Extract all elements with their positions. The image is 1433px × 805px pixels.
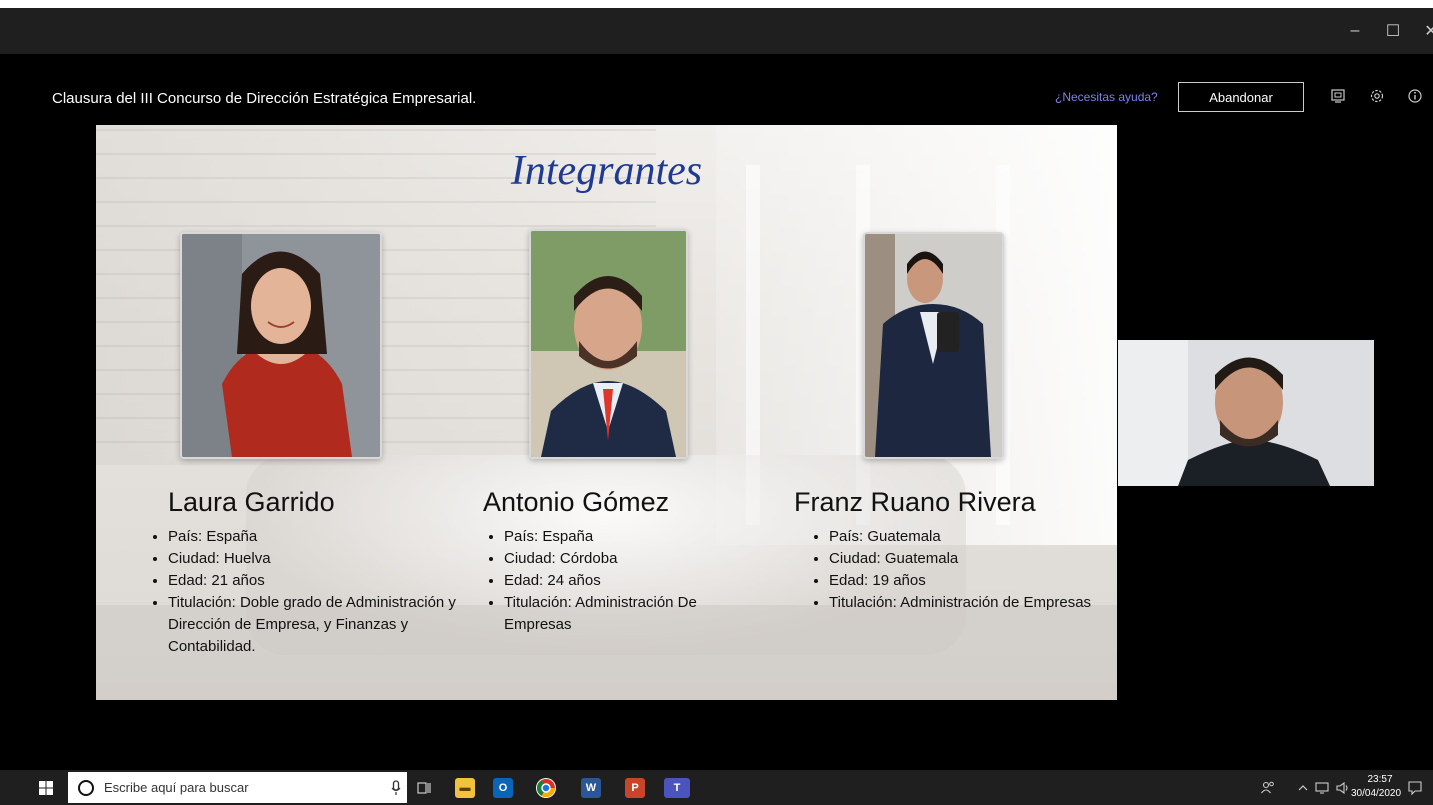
notifications-icon[interactable] xyxy=(1405,778,1425,798)
detail-item: País: Guatemala xyxy=(829,526,1099,548)
outlook-icon[interactable]: O xyxy=(493,778,513,798)
detail-item: Titulación: Doble grado de Administració… xyxy=(168,592,488,658)
close-button[interactable]: ✕ xyxy=(1412,8,1433,54)
minimize-button[interactable]: – xyxy=(1336,8,1374,54)
chrome-icon[interactable] xyxy=(536,778,556,798)
detail-item: Edad: 24 años xyxy=(504,570,764,592)
leave-button[interactable]: Abandonar xyxy=(1178,82,1304,112)
member-name-laura: Laura Garrido xyxy=(168,487,335,517)
member-name-antonio: Antonio Gómez xyxy=(483,487,670,517)
taskbar-clock-date[interactable]: 30/04/2020 xyxy=(1351,788,1401,799)
member-details-franz: País: Guatemala Ciudad: Guatemala Edad: … xyxy=(811,526,1099,614)
detail-item: Titulación: Administración de Empresas xyxy=(829,592,1099,614)
taskbar-clock-time[interactable]: 23:57 xyxy=(1360,774,1400,785)
detail-item: Ciudad: Huelva xyxy=(168,548,488,570)
teams-icon[interactable]: T xyxy=(664,778,690,798)
detail-item: Edad: 19 años xyxy=(829,570,1099,592)
detail-item: Ciudad: Córdoba xyxy=(504,548,764,570)
detail-item: Ciudad: Guatemala xyxy=(829,548,1099,570)
volume-icon[interactable] xyxy=(1333,778,1353,798)
slide-title: Integrantes xyxy=(510,148,703,194)
help-link[interactable]: ¿Necesitas ayuda? xyxy=(1055,90,1158,104)
task-view-icon[interactable] xyxy=(414,778,434,798)
powerpoint-icon[interactable]: P xyxy=(625,778,645,798)
network-icon[interactable] xyxy=(1312,778,1332,798)
shared-slide: Integrantes Laura Garrido Antonio Gómez … xyxy=(96,125,1117,700)
top-strip xyxy=(0,0,1433,8)
meeting-title: Clausura del III Concurso de Dirección E… xyxy=(52,90,477,107)
participant-video[interactable] xyxy=(1118,340,1374,486)
taskbar-search-placeholder: Escribe aquí para buscar xyxy=(104,780,249,795)
member-photo-franz xyxy=(863,232,1004,459)
window-titlebar xyxy=(0,8,1433,54)
word-icon[interactable]: W xyxy=(581,778,601,798)
windows-start-icon[interactable] xyxy=(36,778,56,798)
cortana-circle-icon xyxy=(76,778,96,798)
member-photo-antonio xyxy=(529,229,688,459)
file-explorer-icon[interactable]: ▬ xyxy=(455,778,475,798)
member-details-laura: País: España Ciudad: Huelva Edad: 21 año… xyxy=(150,526,488,658)
share-screen-icon[interactable] xyxy=(1328,86,1348,106)
member-details-antonio: País: España Ciudad: Córdoba Edad: 24 añ… xyxy=(486,526,764,636)
settings-gear-icon[interactable] xyxy=(1367,86,1387,106)
maximize-button[interactable]: ☐ xyxy=(1374,8,1412,54)
member-photo-laura xyxy=(180,232,382,459)
microphone-icon[interactable] xyxy=(386,778,406,798)
show-hidden-icons-chevron-icon[interactable] xyxy=(1293,778,1313,798)
people-icon[interactable] xyxy=(1258,778,1278,798)
detail-item: Titulación: Administración De Empresas xyxy=(504,592,764,636)
detail-item: Edad: 21 años xyxy=(168,570,488,592)
detail-item: País: España xyxy=(168,526,488,548)
member-name-franz: Franz Ruano Rivera xyxy=(794,487,1036,517)
info-icon[interactable] xyxy=(1405,86,1425,106)
detail-item: País: España xyxy=(504,526,764,548)
